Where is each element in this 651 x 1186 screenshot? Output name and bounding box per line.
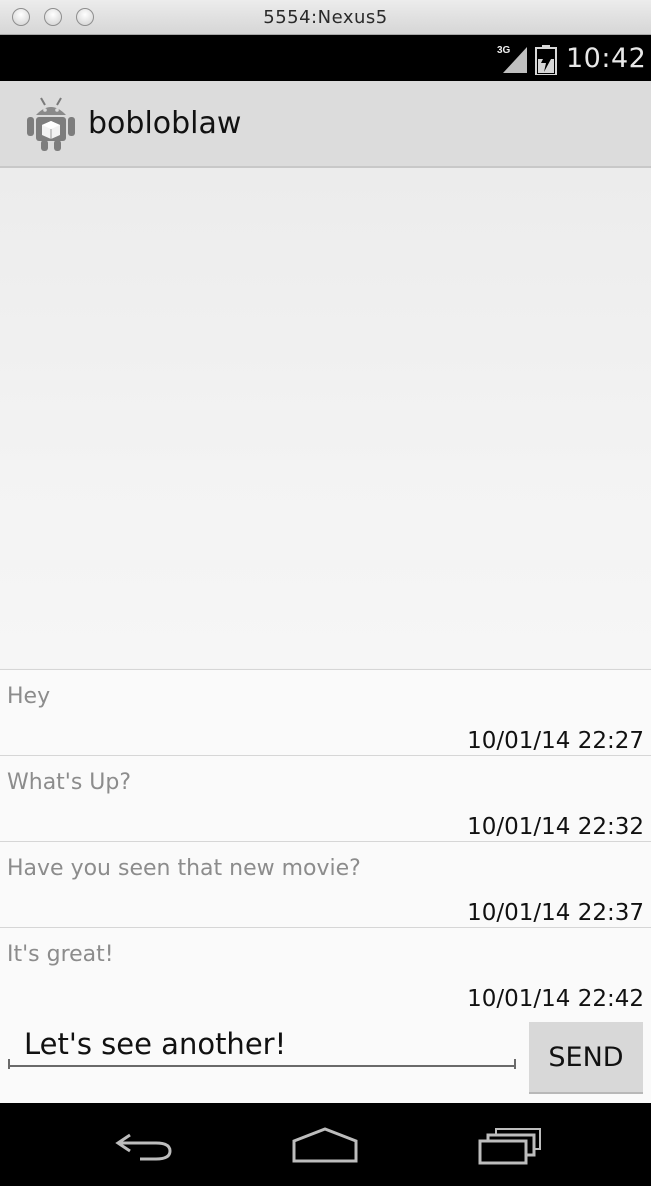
- message-timestamp: 10/01/14 22:37: [467, 900, 644, 926]
- message-text: What's Up?: [7, 770, 132, 795]
- status-clock: 10:42: [566, 43, 647, 74]
- input-underline-left-tick: [8, 1059, 10, 1069]
- action-bar-title: bobloblaw: [88, 106, 242, 141]
- message-timestamp: 10/01/14 22:32: [467, 814, 644, 840]
- recent-apps-icon[interactable]: [476, 1125, 542, 1165]
- window-title: 5554:Nexus5: [263, 7, 388, 28]
- navigation-bar: [0, 1103, 651, 1186]
- message-text: Hey: [7, 684, 51, 709]
- signal-icon: [503, 47, 527, 73]
- back-icon[interactable]: [112, 1125, 176, 1165]
- message-input[interactable]: [8, 1023, 516, 1067]
- message-item[interactable]: Have you seen that new movie? 10/01/14 2…: [0, 841, 651, 927]
- compose-bar: SEND: [0, 1013, 651, 1103]
- status-bar: 3G 10:42: [0, 35, 651, 81]
- message-item[interactable]: It's great! 10/01/14 22:42: [0, 927, 651, 1013]
- message-timestamp: 10/01/14 22:27: [467, 728, 644, 754]
- home-icon[interactable]: [290, 1125, 360, 1165]
- input-underline-right-tick: [514, 1059, 516, 1069]
- empty-list-area: [0, 168, 651, 668]
- battery-icon: [535, 45, 557, 75]
- message-text: Have you seen that new movie?: [7, 856, 361, 881]
- message-item[interactable]: Hey 10/01/14 22:27: [0, 669, 651, 755]
- message-item[interactable]: What's Up? 10/01/14 22:32: [0, 755, 651, 841]
- app-screen: bobloblaw Hey 10/01/14 22:27 What's Up? …: [0, 81, 651, 1103]
- emulator-titlebar: 5554:Nexus5: [0, 0, 651, 35]
- android-app-icon[interactable]: [24, 95, 78, 153]
- send-button[interactable]: SEND: [529, 1022, 643, 1094]
- action-bar: bobloblaw: [0, 81, 651, 168]
- message-text: It's great!: [7, 942, 114, 967]
- message-timestamp: 10/01/14 22:42: [467, 986, 644, 1012]
- message-list[interactable]: Hey 10/01/14 22:27 What's Up? 10/01/14 2…: [0, 669, 651, 1013]
